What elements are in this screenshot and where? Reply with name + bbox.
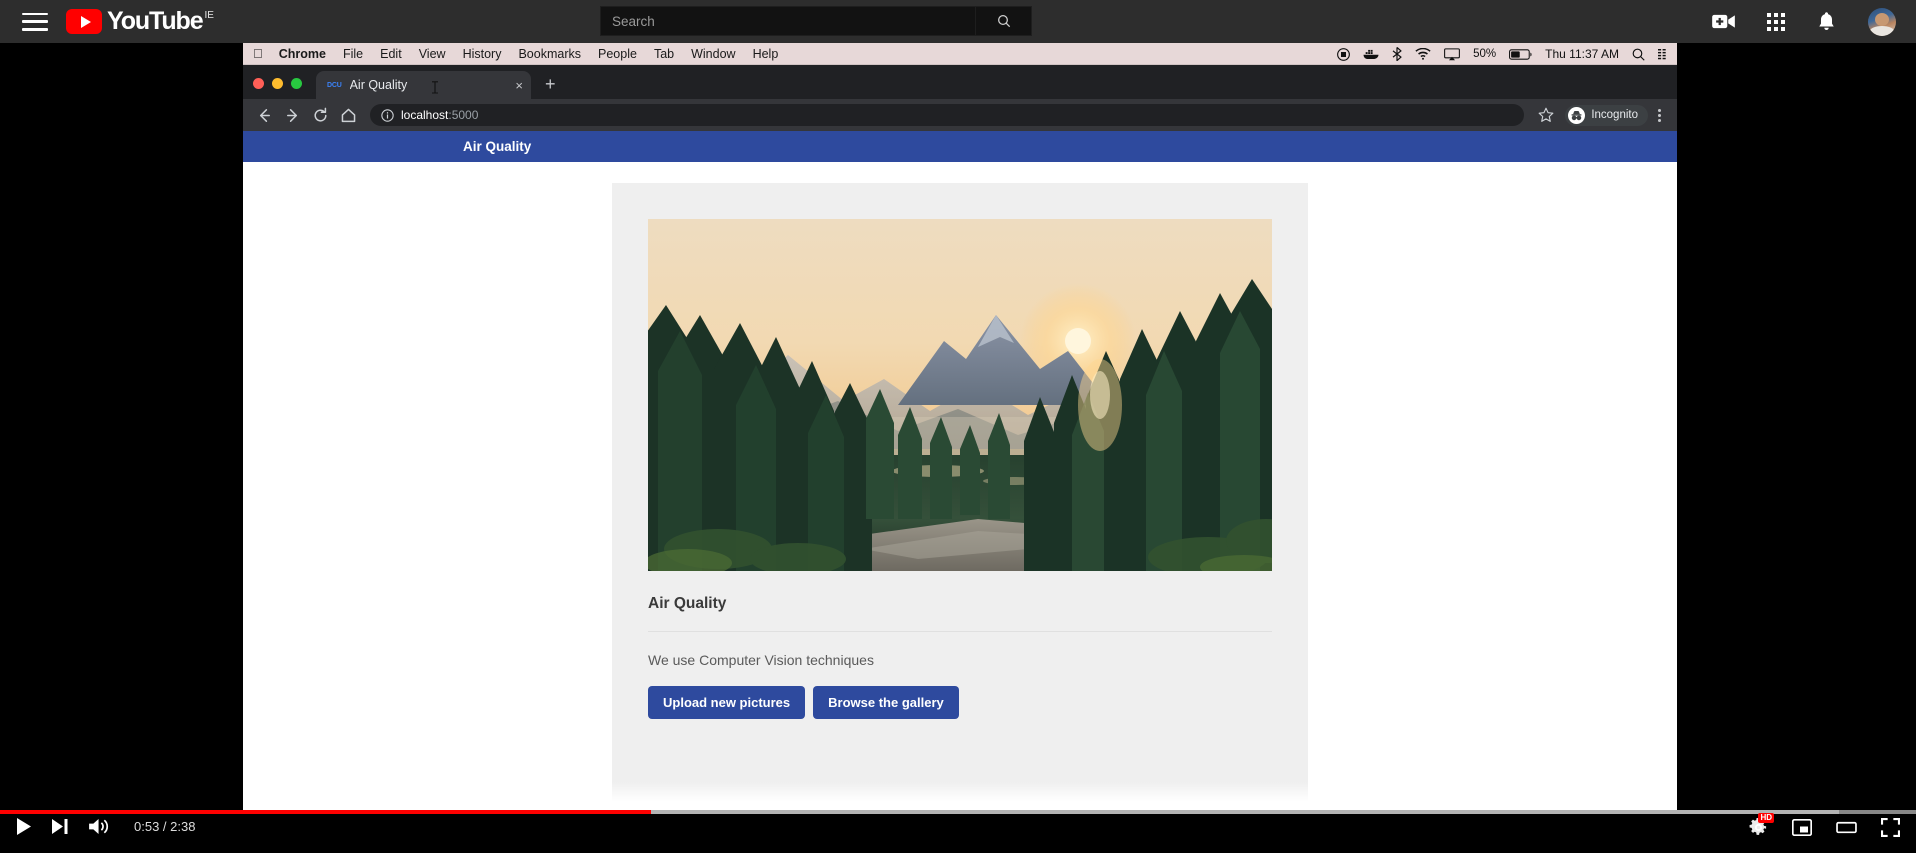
youtube-wordmark: YouTube [107, 7, 204, 35]
chrome-tab-strip: DCU Air Quality × + [243, 65, 1677, 99]
card-title: Air Quality [648, 595, 1272, 632]
tab-title: Air Quality [349, 78, 408, 92]
menu-history[interactable]: History [463, 47, 502, 61]
menu-view[interactable]: View [419, 47, 446, 61]
web-page: Air Quality Air Quality We use Computer … [243, 131, 1677, 810]
window-traffic-lights [253, 78, 302, 99]
upload-new-pictures-button[interactable]: Upload new pictures [648, 686, 806, 719]
navbar-brand[interactable]: Air Quality [463, 139, 531, 154]
screen: YouTube IE Search 0:53 / 2:38 HD Chrome … [0, 0, 1916, 853]
control-center-icon[interactable] [1658, 48, 1669, 60]
wifi-icon[interactable] [1415, 48, 1431, 60]
battery-percent: 50% [1473, 48, 1497, 60]
new-tab-button[interactable]: + [545, 75, 556, 99]
youtube-search-bar [600, 6, 1032, 36]
menu-tab[interactable]: Tab [654, 47, 674, 61]
menu-help[interactable]: Help [753, 47, 779, 61]
card-inner: Air Quality We use Computer Vision techn… [648, 219, 1272, 719]
docker-whale-icon[interactable] [1363, 48, 1379, 60]
menu-window[interactable]: Window [691, 47, 735, 61]
star-icon[interactable] [1533, 102, 1559, 128]
play-button[interactable] [16, 818, 32, 835]
address-bar[interactable]: localhost:5000 [370, 104, 1525, 126]
mac-clock: Thu 11:37 AM [1545, 47, 1619, 61]
next-video-button[interactable] [52, 819, 69, 834]
card-actions: Upload new pictures Browse the gallery [648, 686, 1272, 719]
menu-edit[interactable]: Edit [380, 47, 402, 61]
incognito-label: Incognito [1591, 109, 1638, 121]
url-port: :5000 [448, 108, 479, 122]
incognito-spy-icon [1568, 106, 1586, 124]
minimize-window-button[interactable] [272, 78, 283, 89]
incognito-badge[interactable]: Incognito [1565, 104, 1648, 126]
airplay-display-icon[interactable] [1444, 47, 1461, 61]
maximize-window-button[interactable] [291, 78, 302, 89]
youtube-country-code: IE [204, 10, 214, 21]
avatar[interactable] [1868, 7, 1896, 36]
quality-hd-badge: HD [1758, 813, 1774, 823]
mac-status-items: 50% Thu 11:37 AM [1337, 43, 1669, 65]
player-left-controls: 0:53 / 2:38 [16, 818, 195, 835]
create-video-icon[interactable] [1712, 13, 1735, 30]
content-card: Air Quality We use Computer Vision techn… [612, 183, 1308, 803]
time-display: 0:53 / 2:38 [134, 819, 196, 834]
youtube-header-actions [1712, 0, 1896, 43]
fullscreen-button[interactable] [1881, 818, 1900, 837]
page-navbar: Air Quality [243, 131, 1677, 162]
three-dot-menu-icon[interactable] [1650, 108, 1669, 122]
shared-screen-window:  Chrome File Edit View History Bookmark… [243, 43, 1677, 810]
menu-people[interactable]: People [598, 47, 637, 61]
close-tab-icon[interactable]: × [515, 79, 523, 92]
settings-gear-icon[interactable]: HD [1749, 813, 1774, 837]
page-body: Air Quality We use Computer Vision techn… [243, 162, 1677, 803]
browser-tab[interactable]: DCU Air Quality × [316, 71, 531, 99]
youtube-header: YouTube IE [0, 0, 1916, 43]
forward-arrow-icon[interactable] [279, 102, 305, 128]
battery-icon [1509, 48, 1532, 60]
notifications-bell-icon[interactable] [1817, 11, 1836, 32]
apps-grid-icon[interactable] [1767, 12, 1785, 31]
back-arrow-icon[interactable] [251, 102, 277, 128]
progress-played [0, 810, 652, 814]
youtube-player-controls: 0:53 / 2:38 HD [0, 810, 1916, 853]
search-button[interactable] [976, 6, 1032, 36]
url-host: localhost [401, 108, 449, 122]
browse-the-gallery-button[interactable]: Browse the gallery [813, 686, 959, 719]
close-window-button[interactable] [253, 78, 264, 89]
youtube-logo[interactable]: YouTube IE [66, 9, 214, 34]
address-bar-url: localhost:5000 [401, 108, 478, 122]
menu-bookmarks[interactable]: Bookmarks [518, 47, 581, 61]
chrome-toolbar: localhost:5000 Incognito [243, 99, 1677, 131]
menu-chrome[interactable]: Chrome [279, 47, 326, 61]
theater-mode-button[interactable] [1836, 820, 1857, 835]
search-icon [997, 15, 1010, 28]
hamburger-menu-icon[interactable] [22, 12, 48, 31]
search-input[interactable] [600, 6, 976, 36]
tab-favicon-icon: DCU [327, 81, 342, 89]
spotlight-search-icon[interactable] [1632, 48, 1645, 61]
volume-button[interactable] [89, 818, 110, 835]
hero-image [648, 219, 1272, 571]
card-description: We use Computer Vision techniques [648, 652, 874, 668]
menu-file[interactable]: File [343, 47, 363, 61]
mac-menu-bar:  Chrome File Edit View History Bookmark… [243, 43, 1677, 65]
bluetooth-icon[interactable] [1392, 47, 1402, 61]
info-circle-icon[interactable] [381, 108, 394, 122]
player-right-controls: HD [1749, 813, 1900, 837]
screen-record-icon[interactable] [1337, 47, 1351, 61]
miniplayer-button[interactable] [1792, 819, 1812, 836]
reload-icon[interactable] [307, 102, 333, 128]
progress-bar[interactable] [0, 810, 1916, 814]
youtube-play-badge-icon [66, 9, 102, 34]
home-icon[interactable] [335, 102, 361, 128]
apple-logo-icon[interactable]:  [253, 46, 263, 61]
